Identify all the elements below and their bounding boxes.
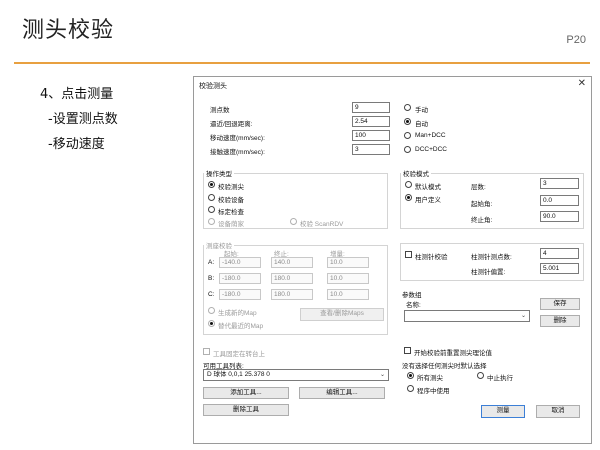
- op-calibrate-tip-radio[interactable]: [208, 181, 215, 188]
- edit-tool-button[interactable]: 编辑工具...: [299, 387, 385, 399]
- param-label-approach: 逼近/回退距离:: [210, 121, 253, 128]
- axis-a-step-input[interactable]: 10.0: [327, 257, 369, 268]
- op-device-disabled-radio[interactable]: [208, 218, 215, 225]
- approach-distance-input[interactable]: 2.54: [352, 116, 390, 127]
- tool-list-combo[interactable]: D 球体 0,0,1 25.378 0 ⌄: [203, 369, 389, 381]
- axis-b-step-input[interactable]: 10.0: [327, 273, 369, 284]
- param-set-name-label: 名称:: [406, 302, 421, 309]
- op-qualification-check-radio[interactable]: [208, 206, 215, 213]
- op-calibrate-tip-label: 校验测尖: [218, 184, 244, 191]
- mode-manual-label: 手动: [415, 107, 428, 114]
- replace-map-label: 替代最近的Map: [218, 323, 264, 330]
- calib-user-defined-radio[interactable]: [405, 194, 412, 201]
- tool-on-rotary-label: 工具固定在转台上: [213, 351, 265, 358]
- calib-default-label: 默认模式: [415, 184, 441, 191]
- end-angle-input[interactable]: 90.0: [540, 211, 579, 222]
- op-scanrdv-label: 校验 ScanRDV: [300, 221, 344, 228]
- add-tool-button[interactable]: 添加工具...: [203, 387, 289, 399]
- operation-type-label: 操作类型: [204, 168, 234, 178]
- new-map-label: 生成新的Map: [218, 310, 257, 317]
- start-angle-input[interactable]: 0.0: [540, 195, 579, 206]
- param-label-move-speed: 移动速度(mm/sec):: [210, 135, 265, 142]
- cancel-button[interactable]: 取消: [536, 405, 580, 418]
- used-in-program-label: 程序中使用: [417, 388, 450, 395]
- points-input[interactable]: 9: [352, 102, 390, 113]
- param-set-name-combo[interactable]: ⌄: [404, 310, 530, 322]
- measure-button[interactable]: 测量: [481, 405, 525, 418]
- axis-c-end-input[interactable]: 180.0: [271, 289, 313, 300]
- close-icon[interactable]: ✕: [578, 79, 586, 89]
- all-tips-label: 所有测尖: [417, 375, 443, 382]
- end-angle-label: 终止角:: [471, 217, 493, 224]
- chevron-down-icon: ⌄: [520, 313, 526, 319]
- mode-dcc-dcc-radio[interactable]: [404, 146, 411, 153]
- default-choice-label: 没有选择任何测尖时默认选择: [402, 363, 487, 370]
- delete-tool-button[interactable]: 删除工具: [203, 404, 289, 416]
- cylinder-offset-input[interactable]: 5.001: [540, 263, 579, 274]
- save-param-set-button[interactable]: 保存: [540, 298, 580, 310]
- axis-b-start-input[interactable]: -180.0: [219, 273, 261, 284]
- used-in-program-radio[interactable]: [407, 385, 414, 392]
- op-scanrdv-radio[interactable]: [290, 218, 297, 225]
- param-label-touch-speed: 接触速度(mm/sec):: [210, 149, 265, 156]
- new-map-radio[interactable]: [208, 307, 215, 314]
- start-angle-label: 起始角:: [471, 201, 493, 208]
- sub-step-points: -设置测点数: [48, 112, 118, 127]
- cylinder-points-input[interactable]: 4: [540, 248, 579, 259]
- axis-b-label: B:: [208, 275, 215, 282]
- abort-execution-label: 中止执行: [487, 375, 513, 382]
- reset-theo-checkbox[interactable]: [404, 347, 411, 354]
- replace-map-radio[interactable]: [208, 320, 215, 327]
- axis-c-label: C:: [208, 291, 215, 298]
- touch-speed-input[interactable]: 3: [352, 144, 390, 155]
- axis-c-step-input[interactable]: 10.0: [327, 289, 369, 300]
- step-heading: 4、点击测量: [40, 87, 114, 102]
- axis-b-end-input[interactable]: 180.0: [271, 273, 313, 284]
- all-tips-radio[interactable]: [407, 372, 414, 379]
- mode-dcc-dcc-label: DCC+DCC: [415, 146, 447, 153]
- op-calibrate-device-label: 校验设备: [218, 197, 244, 204]
- cylinder-offset-label: 柱测针偏置:: [471, 269, 506, 276]
- calib-default-radio[interactable]: [405, 181, 412, 188]
- dialog-title: 校验测头: [199, 83, 227, 90]
- tool-on-rotary-checkbox[interactable]: [203, 348, 210, 355]
- cylinder-points-label: 柱测针测点数:: [471, 254, 512, 261]
- param-label-points: 测点数: [210, 107, 230, 114]
- mode-auto-radio[interactable]: [404, 118, 411, 125]
- calibration-mode-label: 校验模式: [401, 168, 431, 178]
- mode-manual-radio[interactable]: [404, 104, 411, 111]
- step-instructions: 4、点击测量 -设置测点数 -移动速度: [40, 82, 118, 157]
- axis-c-start-input[interactable]: -180.0: [219, 289, 261, 300]
- chevron-down-icon: ⌄: [379, 372, 385, 378]
- axis-a-start-input[interactable]: -140.0: [219, 257, 261, 268]
- calibrate-probe-dialog: 校验测头 ✕ 测点数 9 逼近/回退距离: 2.54 移动速度(mm/sec):…: [193, 76, 592, 444]
- cylinder-calibration-label: 柱测针校验: [415, 254, 448, 261]
- title-divider: [14, 62, 590, 64]
- axis-a-end-input[interactable]: 140.0: [271, 257, 313, 268]
- abort-execution-radio[interactable]: [477, 372, 484, 379]
- levels-label: 层数:: [471, 184, 486, 191]
- param-set-label: 参数组: [402, 292, 422, 299]
- move-speed-input[interactable]: 100: [352, 130, 390, 141]
- mode-man-dcc-label: Man+DCC: [415, 132, 446, 139]
- reset-theo-label: 开始校验前重置测尖理论值: [414, 350, 492, 357]
- cylinder-calibration-checkbox[interactable]: [405, 251, 412, 258]
- mode-auto-label: 自动: [415, 121, 428, 128]
- levels-input[interactable]: 3: [540, 178, 579, 189]
- op-device-disabled-label: 设备荫家: [218, 221, 244, 228]
- tool-selected-value: D 球体 0,0,1 25.378 0: [207, 371, 270, 378]
- delete-param-set-button[interactable]: 删除: [540, 315, 580, 327]
- view-delete-maps-button[interactable]: 查看/删除Maps: [300, 308, 384, 321]
- op-qualification-check-label: 标定检查: [218, 209, 244, 216]
- calib-user-defined-label: 用户定义: [415, 197, 441, 204]
- mode-man-dcc-radio[interactable]: [404, 132, 411, 139]
- op-calibrate-device-radio[interactable]: [208, 194, 215, 201]
- page-number: P20: [566, 34, 586, 46]
- sub-step-speed: -移动速度: [48, 137, 105, 152]
- slide-title: 测头校验: [22, 18, 115, 43]
- axis-a-label: A:: [208, 259, 215, 266]
